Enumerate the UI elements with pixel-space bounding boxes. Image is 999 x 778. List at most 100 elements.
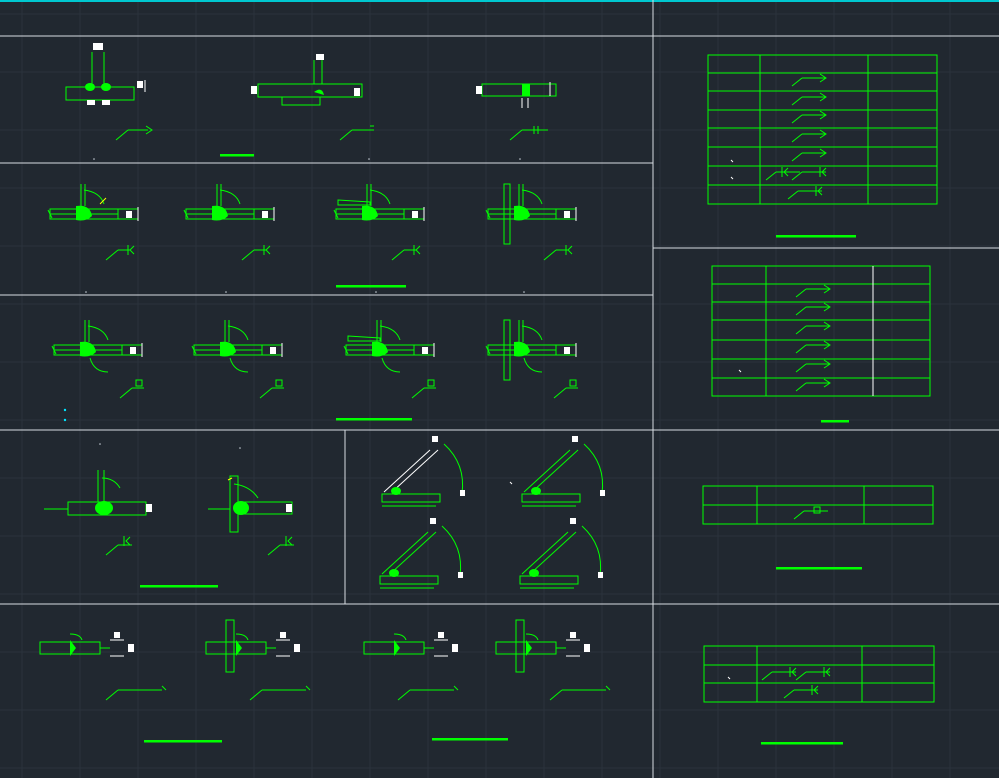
leader-curve bbox=[381, 357, 401, 373]
white-marker bbox=[438, 632, 444, 638]
leader-line bbox=[549, 689, 563, 701]
detail-title-bar bbox=[140, 585, 218, 588]
small-mark bbox=[730, 176, 734, 180]
small-mark bbox=[738, 369, 742, 373]
white-marker bbox=[564, 211, 570, 218]
leader-line bbox=[793, 510, 805, 520]
fillet-weld-detail bbox=[485, 183, 577, 245]
cyan-mark bbox=[63, 418, 67, 422]
angle-arc bbox=[369, 189, 391, 205]
square-symbol bbox=[135, 379, 143, 387]
cyan-mark bbox=[63, 408, 67, 412]
weld-bead bbox=[220, 341, 236, 357]
fillet-weld-detail bbox=[343, 320, 435, 357]
detail-title-bar bbox=[776, 567, 862, 570]
leader-line bbox=[765, 171, 777, 181]
leader-line bbox=[791, 96, 803, 106]
drawing-content bbox=[39, 43, 938, 745]
leader-line bbox=[105, 249, 119, 261]
angle-arc bbox=[581, 525, 602, 577]
small-mark bbox=[509, 481, 513, 485]
angle-arc bbox=[83, 189, 105, 205]
leader-line bbox=[267, 544, 281, 556]
weld-bead bbox=[101, 83, 111, 91]
white-marker bbox=[422, 347, 428, 354]
leader-curve bbox=[89, 357, 109, 373]
leader-line bbox=[553, 387, 567, 399]
tail-mark bbox=[453, 685, 459, 691]
weld-bead bbox=[529, 569, 539, 577]
detail-title-bar bbox=[220, 154, 254, 157]
table-border bbox=[711, 265, 931, 397]
tail-mark bbox=[265, 245, 271, 255]
white-marker bbox=[458, 572, 463, 578]
base-plate bbox=[381, 493, 441, 503]
white-marker bbox=[128, 644, 134, 652]
vertical-plate bbox=[515, 619, 525, 673]
weld-bead bbox=[314, 89, 324, 95]
white-marker bbox=[570, 632, 576, 638]
dot-mark bbox=[239, 447, 241, 449]
angle-arc bbox=[441, 525, 462, 577]
white-marker bbox=[286, 504, 292, 512]
horizontal-plate bbox=[481, 83, 557, 97]
angle-arc bbox=[393, 633, 407, 641]
leader-line bbox=[791, 114, 803, 124]
white-marker bbox=[564, 347, 570, 354]
leader-line bbox=[795, 363, 807, 373]
white-marker bbox=[430, 518, 436, 524]
skew-plate bbox=[391, 449, 439, 493]
skew-plate bbox=[381, 531, 429, 575]
white-marker bbox=[294, 644, 300, 652]
weld-leader bbox=[105, 544, 132, 556]
weld-bead bbox=[531, 487, 541, 495]
angle-arc bbox=[101, 477, 121, 489]
tail-mark bbox=[415, 245, 421, 255]
weld-bead bbox=[85, 83, 95, 91]
white-marker bbox=[114, 632, 120, 638]
panel-skewed-weld-details bbox=[379, 436, 605, 589]
white-marker bbox=[460, 490, 465, 496]
butt-weld-detail-1 bbox=[65, 43, 153, 141]
fillet-weld-detail bbox=[47, 184, 139, 221]
detail-title-bar bbox=[432, 738, 508, 741]
leader-line bbox=[795, 325, 807, 335]
leader-line bbox=[259, 387, 273, 399]
square-symbol bbox=[275, 379, 283, 387]
detail-title-bar bbox=[761, 742, 843, 745]
weld-bead bbox=[372, 341, 388, 357]
leader-line bbox=[249, 689, 263, 701]
weld-bead bbox=[362, 205, 378, 221]
white-marker bbox=[126, 211, 132, 218]
tail-mark bbox=[305, 685, 311, 691]
skew-plate bbox=[523, 449, 571, 493]
angle-arc bbox=[379, 325, 401, 341]
leader-line bbox=[339, 129, 353, 141]
angle-arc bbox=[521, 189, 543, 205]
dot-mark bbox=[85, 291, 87, 293]
leader-line bbox=[105, 689, 119, 701]
white-marker bbox=[280, 632, 286, 638]
leader-curve bbox=[523, 357, 543, 373]
leader-line bbox=[783, 689, 795, 699]
leader-line bbox=[241, 249, 255, 261]
skewed-weld-detail bbox=[521, 436, 605, 507]
base-plate bbox=[521, 493, 581, 503]
sheet-frame bbox=[0, 0, 999, 778]
leader-line bbox=[795, 306, 807, 316]
white-marker bbox=[432, 436, 438, 442]
leader-line bbox=[761, 671, 773, 681]
white-marker bbox=[102, 100, 110, 105]
leader-line bbox=[795, 382, 807, 392]
lower-plate bbox=[281, 96, 321, 106]
white-marker bbox=[570, 518, 576, 524]
dot-mark bbox=[368, 158, 370, 160]
skew-plate bbox=[529, 531, 577, 575]
skewed-weld-detail bbox=[379, 518, 463, 589]
fillet-weld-detail bbox=[191, 320, 283, 357]
angle-arc bbox=[443, 443, 464, 495]
small-mark bbox=[727, 676, 731, 680]
dot-mark bbox=[93, 158, 95, 160]
white-marker bbox=[251, 86, 257, 94]
weld-bead bbox=[389, 569, 399, 577]
